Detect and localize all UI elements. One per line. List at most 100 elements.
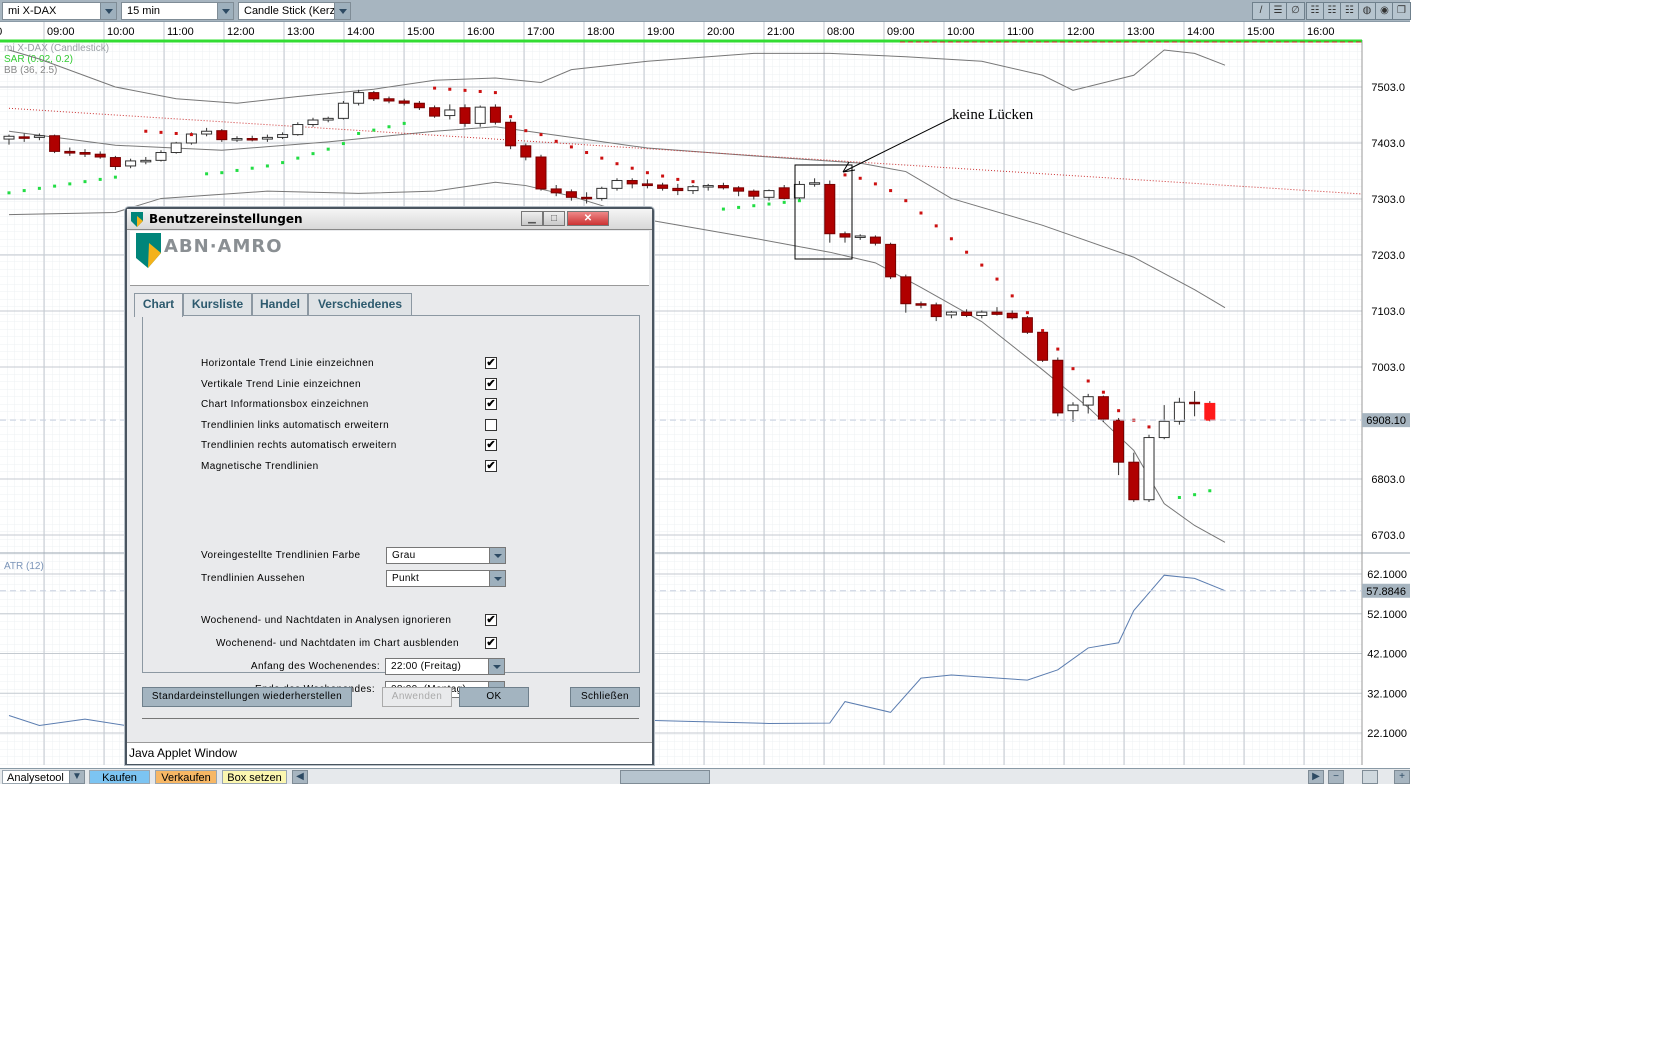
grid3-icon[interactable]: ☷ (1341, 3, 1358, 19)
weekend-start-select[interactable]: 22:00 (Freitag) (385, 658, 505, 675)
sar-dot (645, 171, 649, 175)
sar-dot (448, 87, 452, 91)
scrollbar-thumb[interactable] (620, 770, 710, 784)
sar-dot (995, 277, 999, 281)
chevron-down-icon[interactable]: ▼ (69, 770, 85, 784)
candle (687, 186, 699, 192)
scroll-left-icon[interactable]: ◀ (292, 770, 308, 784)
candle (885, 243, 897, 278)
scroll-right-icon[interactable]: ▶ (1308, 770, 1324, 784)
tab-kursliste[interactable]: Kursliste (183, 293, 252, 316)
circle1-icon[interactable]: ◍ (1359, 3, 1376, 19)
trendline-color-select[interactable]: Grau (386, 547, 506, 564)
sar-dot (1101, 390, 1105, 394)
sar-dot (965, 250, 969, 254)
candle (1204, 402, 1216, 421)
minimize-button[interactable]: ▁ (521, 211, 543, 226)
grid-icon[interactable]: ☷ (1307, 3, 1324, 19)
time-label: 13:00 (287, 26, 315, 38)
sar-dot (22, 189, 26, 193)
option-checkbox[interactable]: ✔ (485, 377, 497, 390)
window-icon[interactable]: ❐ (1393, 3, 1410, 19)
line-tool-icon[interactable]: / (1253, 3, 1270, 19)
option-checkbox[interactable]: ✔ (485, 439, 497, 451)
candle (535, 156, 547, 190)
zoom-in-icon[interactable]: + (1394, 770, 1410, 784)
divider (142, 718, 639, 719)
sar-dot (1177, 495, 1181, 499)
abn-amro-shield-icon (136, 233, 161, 268)
candle (869, 236, 881, 244)
interval-select[interactable]: 15 min (121, 2, 234, 20)
weekend-ignore-checkbox[interactable]: ✔ (485, 614, 497, 626)
candle (793, 183, 805, 199)
option-label: Vertikale Trend Linie einzeichnen (201, 378, 361, 390)
candle (1082, 396, 1094, 406)
sar-dot (1010, 294, 1014, 298)
horizontal-lines-icon[interactable]: ☰ (1270, 3, 1287, 19)
candle (368, 92, 380, 100)
candle (18, 136, 30, 139)
candle (748, 190, 760, 197)
sar-dot (341, 142, 345, 146)
chevron-down-icon (489, 548, 505, 563)
candle (489, 106, 501, 123)
option-label: Trendlinien links automatisch erweitern (201, 419, 390, 431)
candle (809, 182, 821, 185)
annotation-text[interactable]: keine Lücken (952, 107, 1034, 123)
apply-button[interactable]: Anwenden (382, 687, 452, 707)
legend-entry: BB (36, 2.5) (4, 65, 57, 76)
instrument-select[interactable]: mi X-DAX (2, 2, 117, 20)
option-checkbox[interactable] (485, 418, 497, 431)
zoom-slider[interactable] (1362, 770, 1378, 784)
tab-handel[interactable]: Handel (252, 293, 308, 316)
option-label: Chart Informationsbox einzeichnen (201, 399, 369, 410)
candle (1143, 437, 1155, 501)
close-window-button[interactable]: ✕ (567, 211, 609, 226)
box-set-button[interactable]: Box setzen (222, 770, 287, 784)
candle (231, 138, 243, 141)
sar-dot (600, 156, 604, 160)
atr-tick-label: 32.1000 (1367, 688, 1407, 700)
option-checkbox[interactable]: ✔ (485, 398, 497, 410)
settings-dialog: Benutzereinstellungen ▁ □ ✕ ABN·AMRO Cha… (125, 207, 654, 765)
sar-dot (1193, 493, 1197, 497)
ok-button[interactable]: OK (459, 687, 529, 707)
no-draw-icon[interactable]: ∅ (1287, 3, 1304, 19)
price-tick-label: 6703.0 (1371, 530, 1405, 542)
candle (170, 142, 182, 154)
zoom-out-icon[interactable]: − (1328, 770, 1344, 784)
circle2-icon[interactable]: ◉ (1376, 3, 1393, 19)
dialog-title: Benutzereinstellungen (149, 212, 303, 226)
restore-defaults-button[interactable]: Standardeinstellungen wiederherstellen (142, 687, 352, 707)
buy-button[interactable]: Kaufen (89, 770, 150, 784)
sell-button[interactable]: Verkaufen (155, 770, 217, 784)
candle (976, 311, 988, 316)
tab-verschiedenes[interactable]: Verschiedenes (308, 293, 412, 316)
analysetool-select[interactable]: Analysetool (2, 770, 70, 784)
instrument-value: mi X-DAX (8, 5, 57, 17)
close-button[interactable]: Schließen (570, 687, 640, 707)
price-tick-label: 6803.0 (1371, 474, 1405, 486)
sar-dot (144, 129, 148, 133)
grid2-icon[interactable]: ☷ (1324, 3, 1341, 19)
tab-chart[interactable]: Chart (134, 293, 183, 317)
time-label: 17:00 (527, 26, 555, 38)
dialog-titlebar[interactable]: Benutzereinstellungen ▁ □ ✕ (127, 209, 652, 230)
option-checkbox[interactable]: ✔ (485, 459, 497, 472)
weekend-hide-checkbox[interactable]: ✔ (485, 637, 497, 649)
chart-toolbar: mi X-DAX 15 min Candle Stick (Kerze / ☰ … (0, 0, 1411, 22)
sar-dot (904, 199, 908, 203)
weekend-start-value: 22:00 (Freitag) (391, 661, 462, 672)
sar-dot (235, 168, 239, 172)
option-label: Trendlinien rechts automatisch erweitern (201, 440, 397, 451)
candle (550, 188, 562, 194)
trendline-style-select[interactable]: Punkt (386, 570, 506, 587)
sar-dot (265, 164, 269, 168)
chart-type-select[interactable]: Candle Stick (Kerze (238, 2, 351, 20)
atr-tick-label: 52.1000 (1367, 609, 1407, 621)
sar-dot (311, 152, 315, 156)
maximize-button[interactable]: □ (543, 211, 565, 226)
legend-entry: SAR (0.02, 0.2) (4, 54, 73, 65)
option-checkbox[interactable]: ✔ (485, 357, 497, 369)
